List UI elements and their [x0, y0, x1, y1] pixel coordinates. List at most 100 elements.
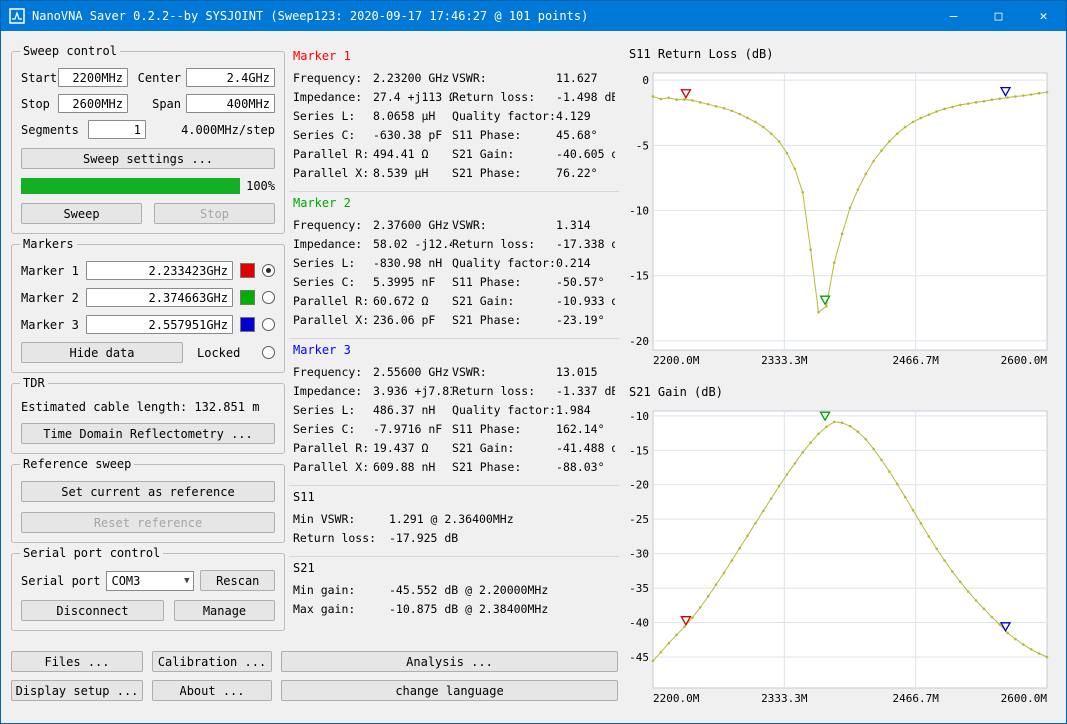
app-window: NanoVNA Saver 0.2.2--by SYSJOINT (Sweep1… — [0, 0, 1067, 724]
field-value: 0.214 — [556, 254, 591, 273]
field-label: Quality factor: — [452, 401, 556, 420]
field-label: Return loss: — [452, 88, 556, 107]
marker3-data-title: Marker 3 — [293, 343, 615, 357]
minimize-button[interactable]: – — [931, 1, 976, 31]
center-input[interactable] — [186, 68, 275, 87]
field-label: Parallel R: — [293, 292, 373, 311]
s21-chart-plot[interactable]: -10-15-20-25-30-35-40-452200.0M2333.3M24… — [623, 405, 1063, 711]
data-row: S21 Gain:-41.488 dB — [452, 439, 615, 458]
start-label: Start — [21, 71, 53, 85]
field-value: 13.015 — [556, 363, 598, 382]
data-row: S21 Phase:76.22° — [452, 164, 615, 183]
field-value: -7.9716 nF — [373, 420, 442, 439]
display-setup-button[interactable]: Display setup ... — [11, 680, 143, 701]
files-button[interactable]: Files ... — [11, 651, 143, 672]
field-value: 60.672 Ω — [373, 292, 428, 311]
marker2-frequency-input[interactable] — [86, 288, 233, 307]
data-row: Series C:5.3995 nF — [293, 273, 452, 292]
serial-port-label: Serial port — [21, 574, 100, 588]
field-value: -1.498 dB — [556, 88, 615, 107]
data-row: Return loss:-1.498 dB — [452, 88, 615, 107]
field-label: Series L: — [293, 401, 373, 420]
marker1-color-swatch[interactable] — [240, 263, 255, 278]
markers-group-label: Markers — [20, 237, 77, 251]
stop-button[interactable]: Stop — [154, 203, 275, 224]
data-row: Max gain:-10.875 dB @ 2.38400MHz — [293, 600, 615, 619]
manage-button[interactable]: Manage — [174, 600, 275, 621]
charts-panel: S11 Return Loss (dB) 0-5-10-15-202200.0M… — [623, 47, 1063, 723]
cable-length-text: Estimated cable length: 132.851 m — [21, 400, 275, 414]
marker1-data-block: Marker 1 Frequency:2.23200 GHzImpedance:… — [289, 45, 619, 191]
field-label: Frequency: — [293, 363, 373, 382]
data-row: Series C:-7.9716 nF — [293, 420, 452, 439]
marker-data-panel: Marker 1 Frequency:2.23200 GHzImpedance:… — [289, 45, 619, 627]
marker2-color-swatch[interactable] — [240, 290, 255, 305]
marker1-frequency-input[interactable] — [86, 261, 233, 280]
set-reference-button[interactable]: Set current as reference — [21, 481, 275, 502]
sweep-settings-button[interactable]: Sweep settings ... — [21, 148, 275, 169]
data-row: Frequency:2.55600 GHz — [293, 363, 452, 382]
serial-group-label: Serial port control — [20, 546, 163, 560]
maximize-button[interactable]: □ — [976, 1, 1021, 31]
stop-label: Stop — [21, 97, 53, 111]
about-button[interactable]: About ... — [152, 680, 272, 701]
marker1-data-right: VSWR:11.627Return loss:-1.498 dBQuality … — [452, 69, 615, 183]
locked-radio[interactable] — [262, 346, 275, 359]
reset-reference-button[interactable]: Reset reference — [21, 512, 275, 533]
close-button[interactable]: ✕ — [1021, 1, 1066, 31]
start-input[interactable] — [58, 68, 128, 87]
data-row: Impedance:27.4 +j113 Ω — [293, 88, 452, 107]
chevron-down-icon: ▼ — [184, 576, 189, 586]
field-value: 486.37 nH — [373, 401, 435, 420]
y-tick-label: 0 — [642, 74, 649, 87]
serial-buttons-row: Disconnect Manage — [21, 600, 275, 621]
s11-chart-plot[interactable]: 0-5-10-15-202200.0M2333.3M2466.7M2600.0M — [623, 67, 1063, 373]
tdr-button[interactable]: Time Domain Reflectometry ... — [21, 423, 275, 444]
marker3-frequency-input[interactable] — [86, 315, 233, 334]
field-label: Series L: — [293, 107, 373, 126]
field-label: Impedance: — [293, 235, 373, 254]
field-value: -17.925 dB — [389, 529, 458, 548]
segments-row: Segments 4.000MHz/step — [21, 120, 275, 139]
data-row: Return loss:-17.338 dB — [452, 235, 615, 254]
marker3-select-radio[interactable] — [262, 318, 275, 331]
hide-data-button[interactable]: Hide data — [21, 342, 183, 363]
sweep-button[interactable]: Sweep — [21, 203, 142, 224]
s21-gain-chart[interactable]: S21 Gain (dB) -10-15-20-25-30-35-40-4522… — [623, 385, 1063, 711]
field-label: Frequency: — [293, 69, 373, 88]
rescan-button[interactable]: Rescan — [200, 570, 275, 591]
x-tick-label: 2333.3M — [761, 692, 808, 705]
center-label: Center — [133, 71, 181, 85]
field-value: 5.3995 nF — [373, 273, 435, 292]
change-language-button[interactable]: change language — [281, 680, 618, 701]
field-value: 8.0658 µH — [373, 107, 435, 126]
stop-input[interactable] — [58, 94, 128, 113]
data-row: Series L:8.0658 µH — [293, 107, 452, 126]
field-label: Series C: — [293, 126, 373, 145]
calibration-button[interactable]: Calibration ... — [152, 651, 272, 672]
marker3-color-swatch[interactable] — [240, 317, 255, 332]
y-tick-label: -10 — [629, 205, 649, 218]
serial-port-value: COM3 — [111, 574, 140, 588]
field-label: Return loss: — [293, 529, 389, 548]
marker1-select-radio[interactable] — [262, 264, 275, 277]
marker2-data-title: Marker 2 — [293, 196, 615, 210]
segments-label: Segments — [21, 123, 83, 137]
marker2-select-radio[interactable] — [262, 291, 275, 304]
y-tick-label: -35 — [629, 582, 649, 595]
data-row: Parallel R:60.672 Ω — [293, 292, 452, 311]
field-value: -10.933 dB — [556, 292, 615, 311]
serial-port-select[interactable]: COM3 ▼ — [106, 571, 194, 591]
field-label: Return loss: — [452, 235, 556, 254]
disconnect-button[interactable]: Disconnect — [21, 600, 164, 621]
s11-return-loss-chart[interactable]: S11 Return Loss (dB) 0-5-10-15-202200.0M… — [623, 47, 1063, 373]
data-row: Series L:486.37 nH — [293, 401, 452, 420]
analysis-button[interactable]: Analysis ... — [281, 651, 618, 672]
field-value: 8.539 µH — [373, 164, 428, 183]
segments-input[interactable] — [88, 120, 146, 139]
span-input[interactable] — [186, 94, 275, 113]
field-value: -41.488 dB — [556, 439, 615, 458]
data-row: Parallel X:609.88 nH — [293, 458, 452, 477]
y-tick-label: -5 — [636, 139, 649, 152]
field-value: -1.337 dB — [556, 382, 615, 401]
